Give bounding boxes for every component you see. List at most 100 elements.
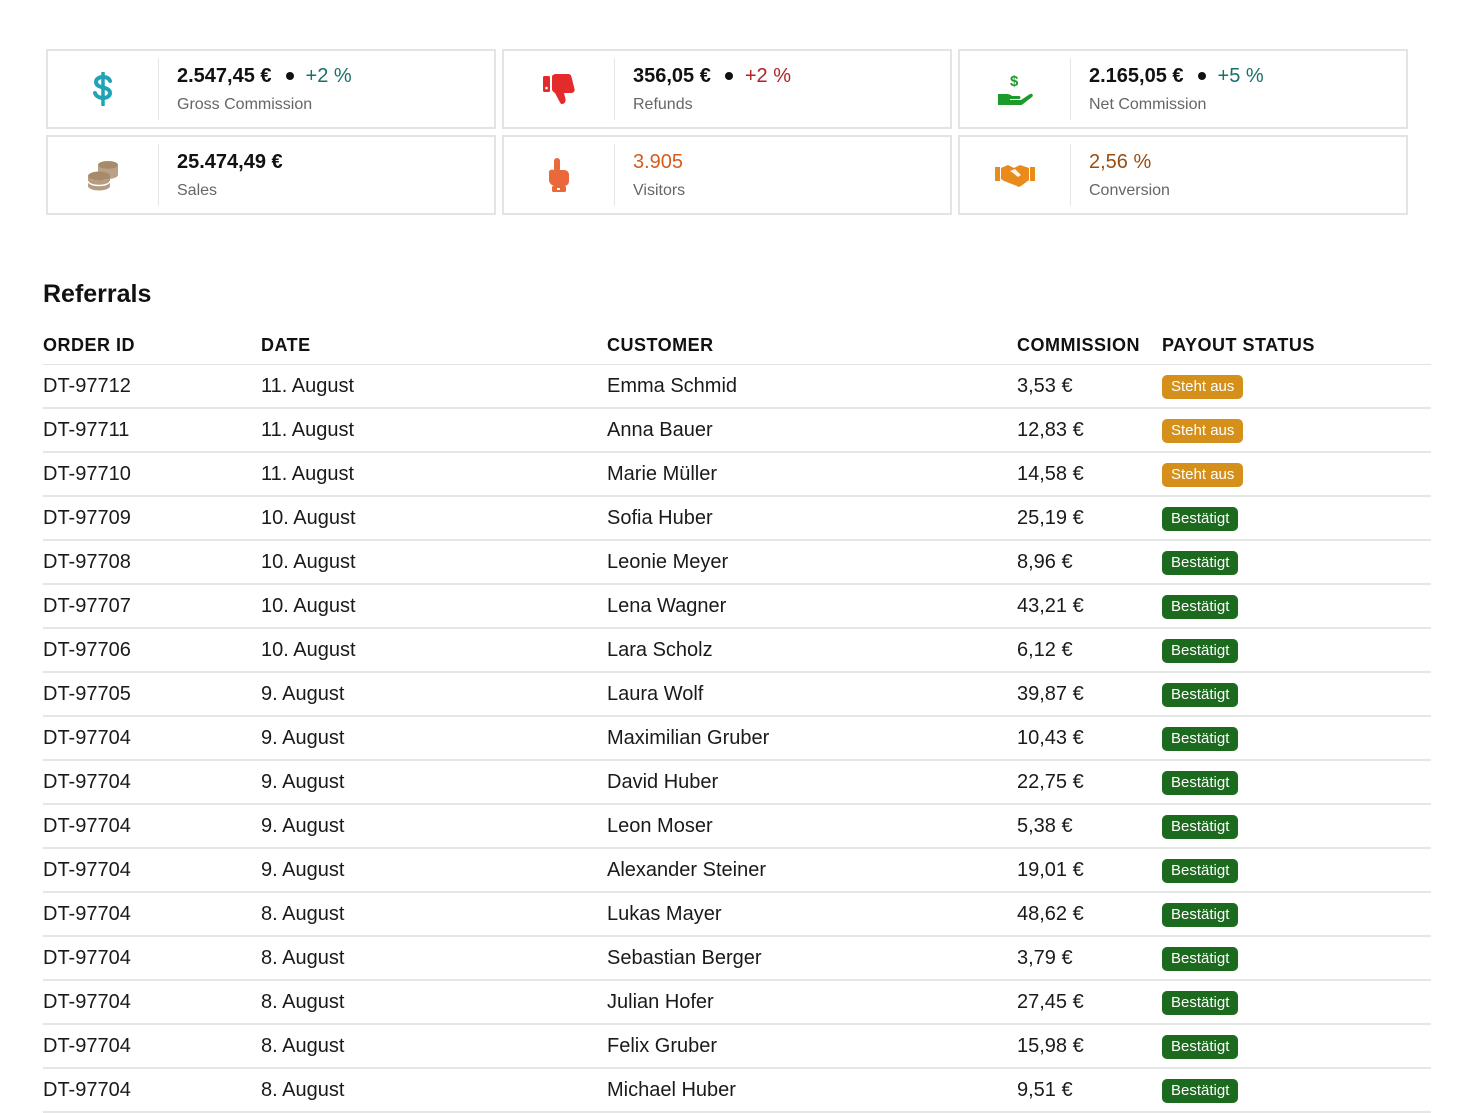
status-badge: Steht aus (1162, 374, 1244, 399)
table-row[interactable]: DT-97710 11. August Marie Müller 14,58 € Ste… (43, 452, 1431, 497)
order-id-cell: DT-97704 (43, 936, 261, 981)
date-cell: 10. August (261, 540, 607, 585)
table-row[interactable]: DT-97707 10. August Lena Wagner 43,21 € Best… (43, 584, 1431, 629)
commission-cell: 5,38 € (1017, 804, 1162, 849)
table-row[interactable]: DT-97704 9. August David Huber 22,75 € Bestä… (43, 760, 1431, 805)
order-id-cell: DT-97709 (43, 496, 261, 541)
stat-delta: +2 % (744, 64, 792, 87)
commission-cell: 19,01 € (1017, 848, 1162, 893)
column-header-customer[interactable]: CUSTOMER (607, 326, 1017, 365)
customer-cell: Julian Hofer (607, 980, 1017, 1025)
stat-card-visitors: 3.905 Visitors (502, 135, 952, 215)
payout-status-cell: Bestätigt (1162, 496, 1431, 541)
stat-card-net-commission: $2.165,05 € +5 % Net Commission (958, 49, 1408, 129)
table-row[interactable]: DT-97709 10. August Sofia Huber 25,19 € Best… (43, 496, 1431, 541)
status-badge: Steht aus (1162, 462, 1244, 487)
column-header-date[interactable]: DATE (261, 326, 607, 365)
order-id-cell: DT-97706 (43, 628, 261, 673)
status-badge: Bestätigt (1162, 1078, 1239, 1103)
order-id-cell: DT-97712 (43, 364, 261, 409)
status-badge: Bestätigt (1162, 550, 1239, 575)
table-header-row: ORDER ID DATE CUSTOMER COMMISSION PAYOUT… (43, 326, 1431, 365)
commission-cell: 6,12 € (1017, 628, 1162, 673)
payout-status-cell: Bestätigt (1162, 760, 1431, 805)
table-row[interactable]: DT-97712 11. August Emma Schmid 3,53 € Steht… (43, 364, 1431, 409)
coins-icon (48, 144, 159, 206)
date-cell: 9. August (261, 760, 607, 805)
order-id-cell: DT-97710 (43, 452, 261, 497)
status-badge: Bestätigt (1162, 726, 1239, 751)
date-cell: 8. August (261, 1024, 607, 1069)
table-row[interactable]: DT-97704 8. August Julian Hofer 27,45 € Best… (43, 980, 1431, 1025)
table-row[interactable]: DT-97704 8. August Sebastian Berger 3,79 € B… (43, 936, 1431, 981)
payout-status-cell: Bestätigt (1162, 1024, 1431, 1069)
referrals-title: Referrals (43, 280, 152, 308)
date-cell: 9. August (261, 804, 607, 849)
customer-cell: Michael Huber (607, 1068, 1017, 1113)
separator-dot (1197, 71, 1206, 80)
stat-value: 25.474,49 € (177, 150, 283, 173)
payout-status-cell: Bestätigt (1162, 628, 1431, 673)
order-id-cell: DT-97704 (43, 980, 261, 1025)
customer-cell: Lara Scholz (607, 628, 1017, 673)
customer-cell: Felix Gruber (607, 1024, 1017, 1069)
dollar-icon (48, 58, 159, 120)
stat-delta: +2 % (305, 64, 352, 87)
order-id-cell: DT-97704 (43, 760, 261, 805)
commission-cell: 3,79 € (1017, 936, 1162, 981)
customer-cell: Sebastian Berger (607, 936, 1017, 981)
date-cell: 8. August (261, 1068, 607, 1113)
date-cell: 8. August (261, 980, 607, 1025)
date-cell: 10. August (261, 584, 607, 629)
table-row[interactable]: DT-97711 11. August Anna Bauer 12,83 € Steht… (43, 408, 1431, 453)
payout-status-cell: Bestätigt (1162, 584, 1431, 629)
status-badge: Bestätigt (1162, 946, 1239, 971)
table-row[interactable]: DT-97704 8. August Michael Huber 9,51 € Best… (43, 1068, 1431, 1113)
table-row[interactable]: DT-97704 9. August Leon Moser 5,38 € Bestäti… (43, 804, 1431, 849)
date-cell: 9. August (261, 716, 607, 761)
stat-label: Conversion (1089, 181, 1170, 199)
customer-cell: Alexander Steiner (607, 848, 1017, 893)
table-row[interactable]: DT-97704 9. August Alexander Steiner 19,01 … (43, 848, 1431, 893)
stat-delta: +5 % (1217, 64, 1264, 87)
table-row[interactable]: DT-97704 9. August Maximilian Gruber 10,43 … (43, 716, 1431, 761)
table-row[interactable]: DT-97708 10. August Leonie Meyer 8,96 € Best… (43, 540, 1431, 585)
status-badge: Bestätigt (1162, 506, 1239, 531)
payout-status-cell: Bestätigt (1162, 936, 1431, 981)
date-cell: 11. August (261, 452, 607, 497)
column-header-commission[interactable]: COMMISSION (1017, 326, 1162, 365)
table-row[interactable]: DT-97704 8. August Felix Gruber 15,98 € Best… (43, 1024, 1431, 1069)
customer-cell: Lena Wagner (607, 584, 1017, 629)
date-cell: 10. August (261, 496, 607, 541)
pointing-hand-icon (504, 144, 615, 206)
status-badge: Bestätigt (1162, 1034, 1239, 1059)
table-row[interactable]: DT-97705 9. August Laura Wolf 39,87 € Bestät… (43, 672, 1431, 717)
stat-card-gross-commission: 2.547,45 € +2 % Gross Commission (46, 49, 496, 129)
payout-status-cell: Bestätigt (1162, 540, 1431, 585)
payout-status-cell: Bestätigt (1162, 804, 1431, 849)
column-header-payout-status[interactable]: PAYOUT STATUS (1162, 326, 1431, 365)
handshake-icon (960, 144, 1071, 206)
stat-value: 2,56 % (1089, 150, 1152, 173)
payout-status-cell: Bestätigt (1162, 716, 1431, 761)
status-badge: Bestätigt (1162, 814, 1239, 839)
commission-cell: 8,96 € (1017, 540, 1162, 585)
table-row[interactable]: DT-97704 8. August Lukas Mayer 48,62 € Bestä… (43, 892, 1431, 937)
status-badge: Bestätigt (1162, 682, 1239, 707)
status-badge: Bestätigt (1162, 638, 1239, 663)
date-cell: 8. August (261, 892, 607, 937)
commission-cell: 43,21 € (1017, 584, 1162, 629)
stat-value: 2.547,45 € (177, 64, 272, 87)
payout-status-cell: Bestätigt (1162, 672, 1431, 717)
thumbs-down-icon (504, 58, 615, 120)
commission-cell: 22,75 € (1017, 760, 1162, 805)
customer-cell: Leon Moser (607, 804, 1017, 849)
commission-cell: 39,87 € (1017, 672, 1162, 717)
date-cell: 11. August (261, 408, 607, 453)
table-row[interactable]: DT-97706 10. August Lara Scholz 6,12 € Bestä… (43, 628, 1431, 673)
status-badge: Steht aus (1162, 418, 1244, 443)
status-badge: Bestätigt (1162, 770, 1239, 795)
stat-card-refunds: 356,05 € +2 % Refunds (502, 49, 952, 129)
column-header-order-id[interactable]: ORDER ID (43, 326, 261, 365)
stat-label: Refunds (633, 95, 693, 113)
